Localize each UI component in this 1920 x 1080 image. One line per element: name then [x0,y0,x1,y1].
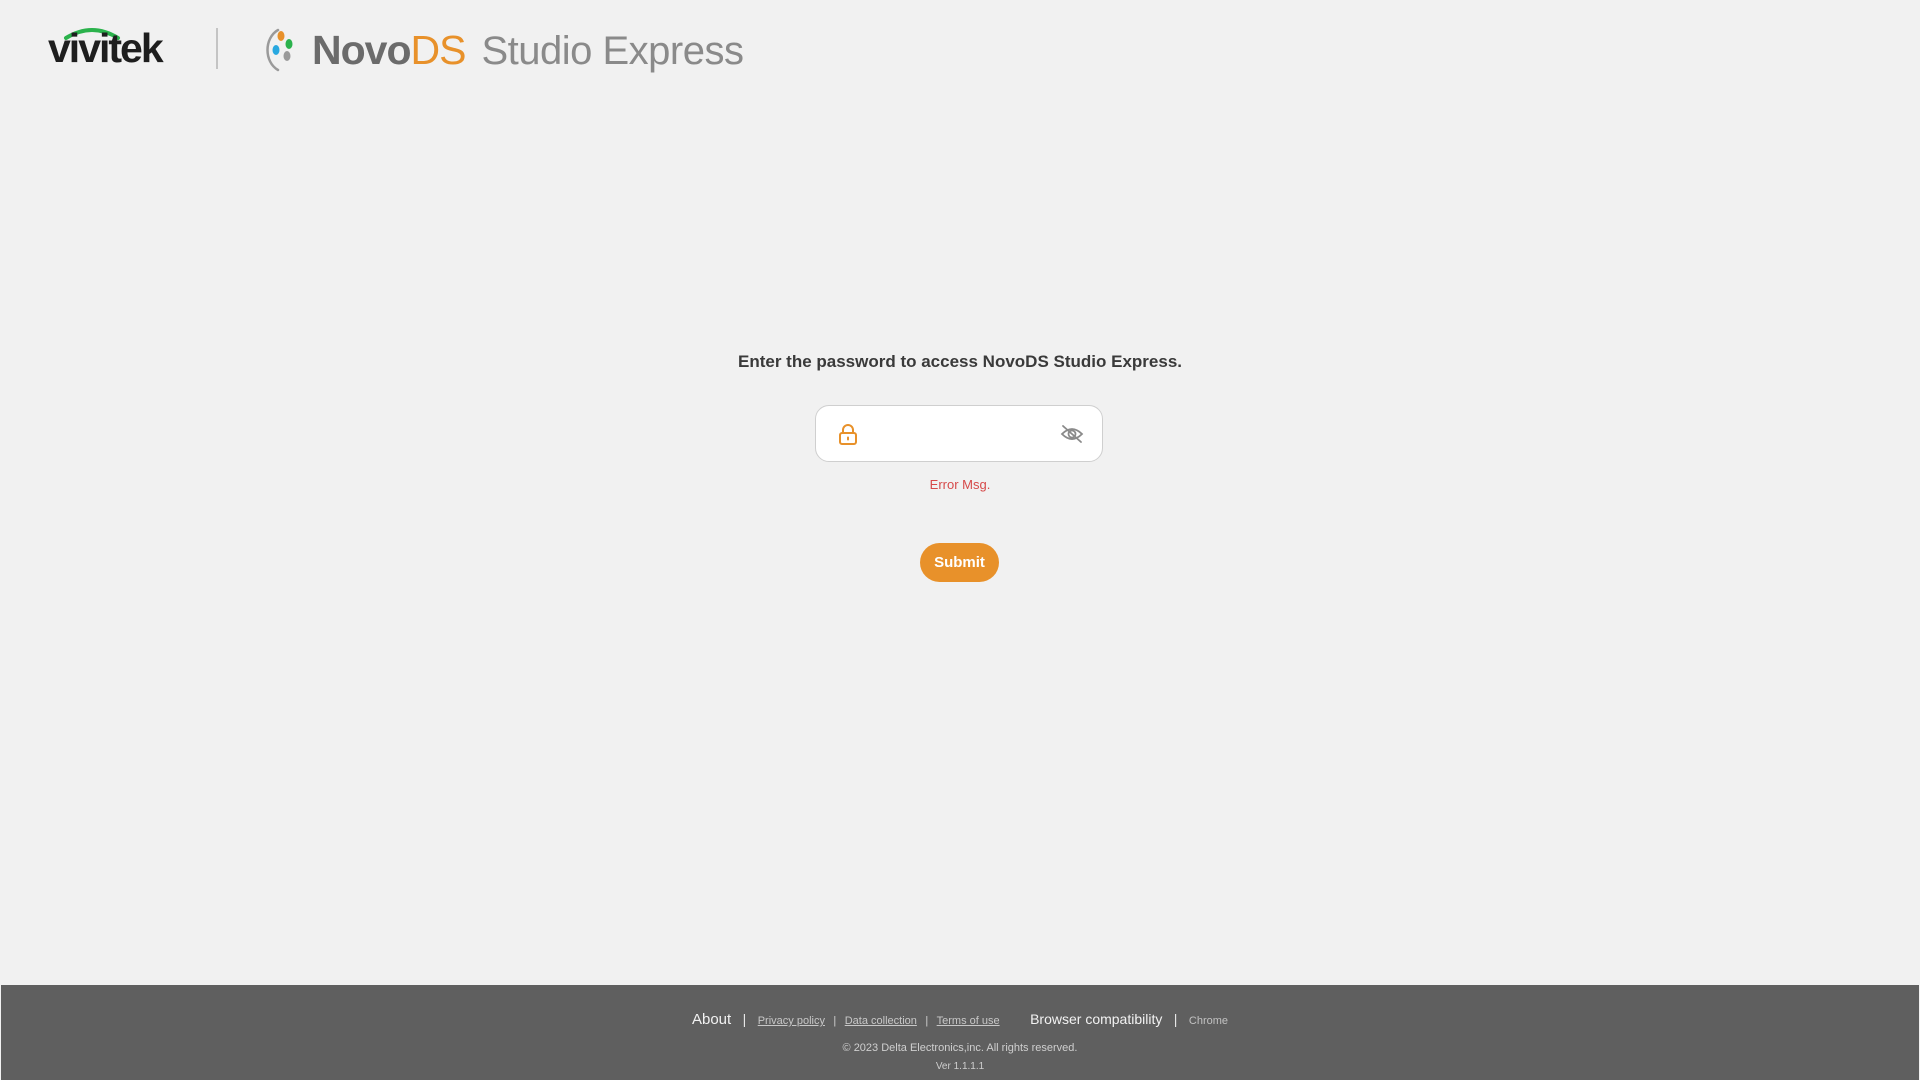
eye-off-icon[interactable] [1060,424,1084,444]
browser-compatibility-label: Browser compatibility [1030,1011,1163,1027]
vivitek-logo: vivitek [48,26,184,70]
password-input[interactable] [872,416,1056,454]
product-title-ds: DS [410,27,467,73]
submit-button[interactable]: Submit [920,543,999,582]
footer-separator: | [1173,1011,1178,1027]
product-title: NovoDS Studio Express [312,26,744,74]
header-divider [216,28,218,69]
product-title-studio-express: Studio Express [481,29,744,73]
footer-separator: | [925,1015,929,1027]
footer-separator: | [742,1011,747,1027]
novods-logo-icon [266,28,293,72]
footer-separator: | [833,1015,837,1027]
about-link[interactable]: About [692,1011,731,1028]
terms-of-use-link[interactable]: Terms of use [937,1015,1000,1027]
footer-links: About | Privacy policy | Data collection… [1,1011,1919,1029]
lock-icon [839,424,857,445]
password-prompt: Enter the password to access NovoDS Stud… [737,352,1183,371]
header: vivitek NovoDS Studio Express [0,0,1920,100]
copyright: © 2023 Delta Electronics,inc. All rights… [842,1042,1078,1054]
privacy-policy-link[interactable]: Privacy policy [758,1015,825,1027]
password-field-container [815,405,1103,462]
product-title-novo: Novo [312,27,411,73]
browser-compatibility-value: Chrome [1188,1015,1229,1027]
version-label: Ver 1.1.1.1 [935,1061,985,1072]
data-collection-link[interactable]: Data collection [845,1015,917,1027]
error-message: Error Msg. [929,477,991,492]
footer: About | Privacy policy | Data collection… [1,985,1919,1080]
vivitek-logo-text: vivitek [48,25,164,71]
